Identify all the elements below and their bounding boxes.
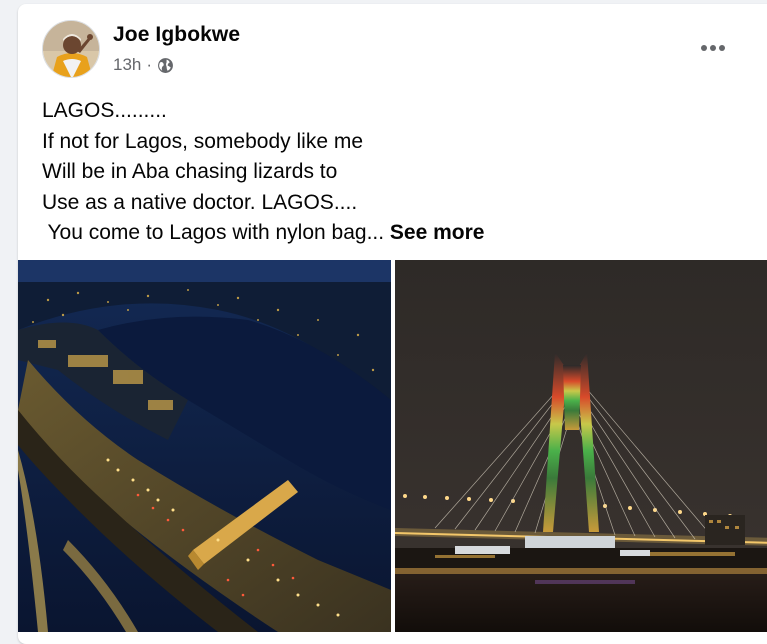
more-options-button[interactable] xyxy=(691,28,735,68)
post-card: Joe Igbokwe 13h · LAGOS......... If not … xyxy=(18,4,767,644)
post-text-line-last: You come to Lagos with nylon bag... See … xyxy=(42,218,722,249)
meta-separator: · xyxy=(146,55,153,74)
post-photo-right[interactable] xyxy=(395,260,767,632)
avatar-image xyxy=(43,21,99,77)
more-horizontal-icon xyxy=(701,45,725,51)
post-message: LAGOS......... If not for Lagos, somebod… xyxy=(42,96,722,249)
post-text-truncated: You come to Lagos with nylon bag... xyxy=(42,221,385,244)
lekki-bridge-photo xyxy=(395,260,767,632)
post-photo-left[interactable] xyxy=(18,260,391,632)
post-text-line: Will be in Aba chasing lizards to xyxy=(42,160,338,183)
author-name[interactable]: Joe Igbokwe xyxy=(113,23,240,47)
post-meta: 13h · xyxy=(113,55,174,75)
post-text-line: Use as a native doctor. LAGOS.... xyxy=(42,190,358,214)
post-timestamp[interactable]: 13h xyxy=(113,55,141,75)
post-text-line: If not for Lagos, somebody like me xyxy=(42,129,363,153)
see-more-link[interactable]: See more xyxy=(390,221,485,244)
post-text-line: LAGOS......... xyxy=(42,99,167,122)
author-avatar[interactable] xyxy=(42,20,100,78)
globe-icon[interactable] xyxy=(157,57,174,74)
lagos-aerial-photo xyxy=(18,260,391,632)
